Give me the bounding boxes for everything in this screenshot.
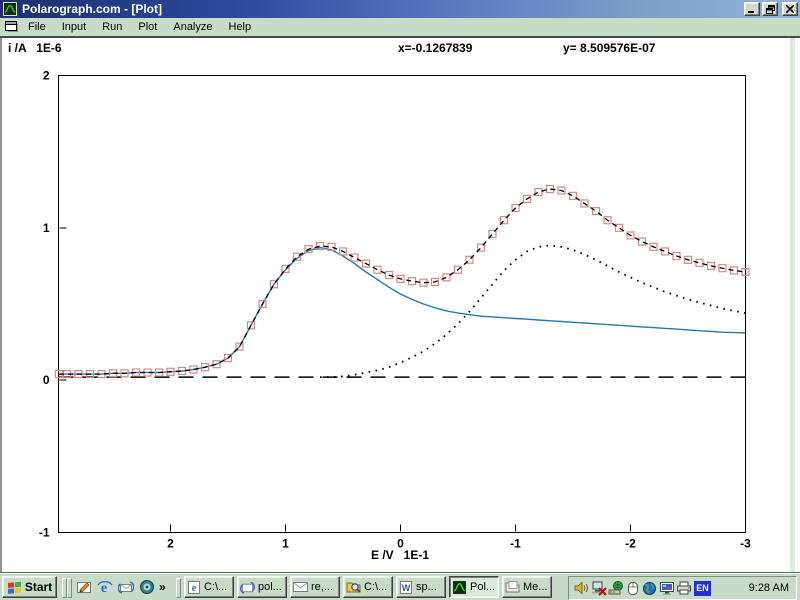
data-point-marker bbox=[351, 254, 358, 261]
task-button-pol[interactable]: pol... bbox=[237, 576, 287, 598]
data-point-marker bbox=[443, 274, 450, 281]
minimize-button[interactable] bbox=[744, 2, 760, 16]
data-point-marker bbox=[616, 224, 623, 231]
plot-frame bbox=[59, 76, 746, 533]
folder-page-icon bbox=[505, 580, 520, 594]
menu-help[interactable]: Help bbox=[221, 19, 260, 35]
y-tick-label: 0 bbox=[43, 373, 50, 387]
x-tick-label: -3 bbox=[740, 537, 751, 551]
y-axis-title: i /A 1E-6 bbox=[8, 41, 62, 55]
network-error-icon[interactable] bbox=[590, 580, 607, 596]
x-tick-label: 1 bbox=[282, 537, 289, 551]
x-tick-label: -1 bbox=[510, 537, 521, 551]
menu-plot[interactable]: Plot bbox=[130, 19, 165, 35]
display-icon[interactable] bbox=[658, 580, 675, 596]
modem-icon[interactable] bbox=[607, 580, 624, 596]
globe-icon[interactable] bbox=[641, 580, 658, 596]
x-axis-title: E /V 1E-1 bbox=[300, 548, 500, 562]
y-tick-label: 2 bbox=[43, 69, 50, 83]
internet-explorer-icon[interactable]: e bbox=[94, 577, 115, 597]
series-wave-component-2 bbox=[320, 245, 746, 377]
word-document-icon: W bbox=[399, 580, 413, 595]
menu-input[interactable]: Input bbox=[54, 19, 94, 35]
task-button-browser-1[interactable]: e C:\... bbox=[184, 576, 234, 598]
task-button-search[interactable]: C:\... bbox=[343, 576, 393, 598]
cursor-x-readout: x=-0.1267839 bbox=[398, 41, 472, 55]
taskbar-grip[interactable] bbox=[176, 578, 181, 598]
child-window-icon[interactable] bbox=[4, 20, 20, 34]
menu-file[interactable]: File bbox=[20, 19, 54, 35]
volume-icon[interactable] bbox=[573, 580, 590, 596]
menu-bar: File Input Run Plot Analyze Help bbox=[0, 18, 800, 38]
screen: Polarograph.com - [Plot] bbox=[0, 0, 800, 600]
start-label: Start bbox=[25, 580, 52, 594]
outlook-swirl-icon bbox=[240, 580, 255, 595]
y-tick-label: -1 bbox=[39, 526, 50, 540]
taskbar: Start e bbox=[0, 572, 800, 600]
envelope-icon bbox=[293, 581, 308, 593]
task-button-polarograph-active[interactable]: Pol... bbox=[449, 576, 499, 598]
quick-launch-bar: e » bbox=[73, 577, 168, 597]
window-right-edge bbox=[790, 38, 795, 572]
close-button[interactable] bbox=[782, 2, 798, 16]
data-point-marker bbox=[535, 189, 542, 196]
menu-analyze[interactable]: Analyze bbox=[165, 19, 220, 35]
window-titlebar: Polarograph.com - [Plot] bbox=[0, 0, 800, 18]
outlook-express-icon[interactable] bbox=[115, 577, 136, 597]
task-button-word[interactable]: W sp... bbox=[396, 576, 446, 598]
window-left-edge bbox=[0, 38, 2, 572]
plot-svg: 210-1-2-3210-1 bbox=[0, 38, 800, 572]
data-point-marker bbox=[374, 266, 381, 273]
x-tick-label: 2 bbox=[167, 537, 174, 551]
system-tray: EN 9:28 AM bbox=[568, 576, 797, 600]
data-point-marker bbox=[662, 248, 669, 255]
plot-client-area: i /A 1E-6 x=-0.1267839 y= 8.509576E-07 2… bbox=[0, 38, 800, 572]
menu-run[interactable]: Run bbox=[94, 19, 130, 35]
quicklaunch-overflow-chevron[interactable]: » bbox=[157, 580, 168, 594]
cursor-y-readout: y= 8.509576E-07 bbox=[563, 41, 655, 55]
mouse-icon[interactable] bbox=[624, 580, 641, 596]
task-button-mail[interactable]: re,... bbox=[290, 576, 340, 598]
show-desktop-icon[interactable] bbox=[73, 577, 94, 597]
svg-text:W: W bbox=[402, 583, 411, 593]
taskbar-clock[interactable]: 9:28 AM bbox=[749, 582, 789, 594]
language-indicator[interactable]: EN bbox=[694, 581, 711, 596]
data-point-marker bbox=[570, 192, 577, 199]
restore-button[interactable] bbox=[762, 2, 778, 16]
series-wave-component-1 bbox=[59, 248, 746, 375]
windows-logo-icon bbox=[7, 580, 22, 594]
task-buttons: e C:\... pol... re,... bbox=[184, 576, 552, 598]
channels-disc-icon[interactable] bbox=[136, 577, 157, 597]
task-button-me[interactable]: Me... bbox=[502, 576, 552, 598]
window-title: Polarograph.com - [Plot] bbox=[22, 2, 162, 16]
series-measured-data-with-fit bbox=[59, 189, 746, 374]
svg-text:e: e bbox=[100, 581, 106, 595]
svg-text:e: e bbox=[192, 583, 197, 594]
ie-page-icon: e bbox=[187, 580, 201, 595]
search-folder-icon bbox=[346, 580, 361, 594]
polarograph-app-icon bbox=[3, 2, 17, 16]
plot-area[interactable]: 210-1-2-3210-1 bbox=[0, 38, 800, 572]
taskbar-grip[interactable] bbox=[67, 578, 72, 598]
x-tick-label: -2 bbox=[625, 537, 636, 551]
start-button[interactable]: Start bbox=[2, 576, 57, 598]
printer-icon[interactable] bbox=[675, 580, 692, 596]
y-tick-label: 1 bbox=[43, 221, 50, 235]
data-point-marker bbox=[639, 238, 646, 245]
polarograph-icon bbox=[452, 580, 467, 595]
